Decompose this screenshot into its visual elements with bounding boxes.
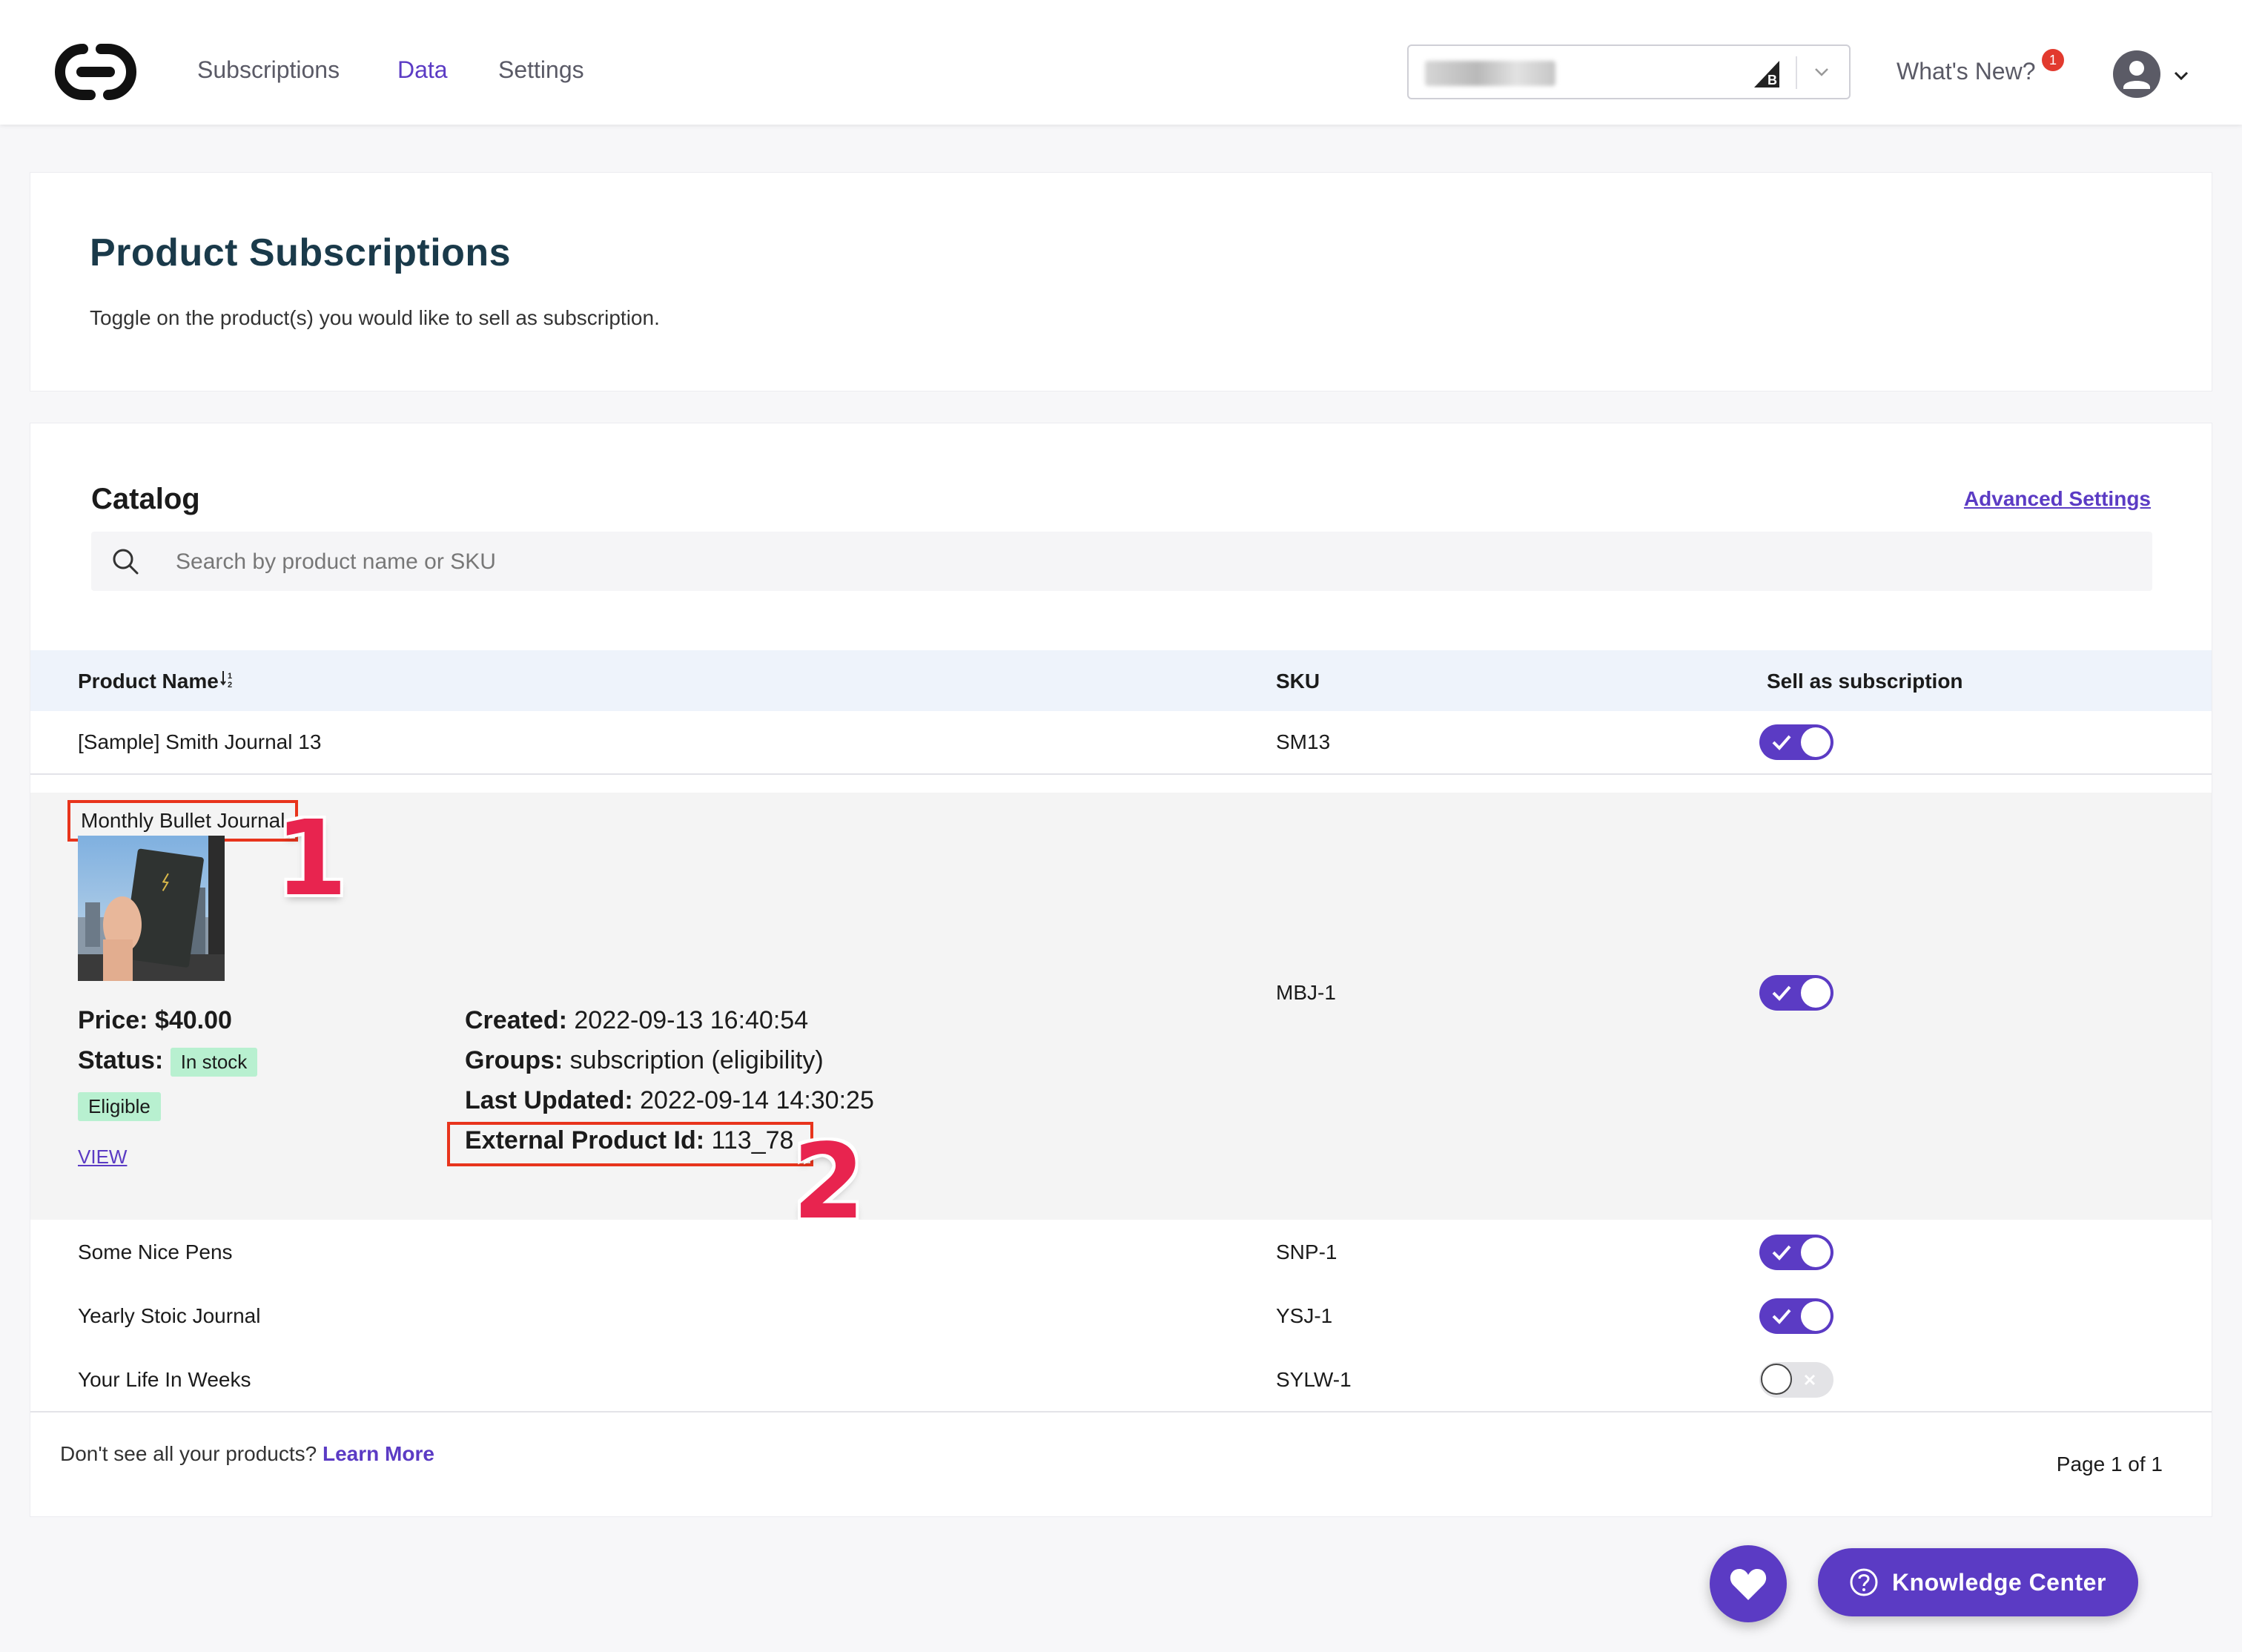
sort-icon[interactable]: 1 2 (220, 670, 237, 689)
product-sku: SYLW-1 (1276, 1368, 1352, 1391)
toggle-knob (1801, 727, 1831, 757)
chevron-down-icon[interactable] (1813, 64, 1830, 80)
created-label: Created: (465, 1006, 567, 1034)
product-status: Status: In stock (78, 1046, 258, 1077)
product-price: Price: $40.00 (78, 1006, 232, 1035)
knowledge-center-button[interactable]: Knowledge Center (1818, 1548, 2138, 1616)
user-icon (2123, 61, 2150, 89)
column-header-label: Product Name (78, 670, 219, 693)
svg-text:2: 2 (228, 681, 232, 689)
notification-badge: 1 (2042, 49, 2064, 71)
subscription-toggle[interactable] (1759, 1362, 1833, 1398)
x-icon (1804, 1374, 1816, 1386)
search-input[interactable] (174, 542, 2105, 582)
eligibility-badge-wrap: Eligible (78, 1092, 161, 1121)
select-divider (1796, 56, 1797, 89)
subscription-toggle[interactable] (1759, 1235, 1833, 1270)
groups-label: Groups: (465, 1046, 563, 1074)
heart-icon (1730, 1569, 1767, 1600)
table-row[interactable]: Some Nice Pens SNP-1 (30, 1220, 2212, 1285)
toggle-knob (1801, 1301, 1831, 1331)
svg-text:B: B (1768, 73, 1777, 87)
product-image (78, 836, 225, 981)
user-avatar[interactable] (2113, 50, 2160, 98)
check-icon (1772, 735, 1791, 750)
favorite-button[interactable] (1710, 1545, 1787, 1622)
status-badge: In stock (170, 1048, 258, 1077)
column-header-sku: SKU (1276, 670, 1320, 693)
groups-value: subscription (eligibility) (569, 1046, 824, 1074)
eligibility-badge: Eligible (78, 1092, 161, 1121)
nav-subscriptions[interactable]: Subscriptions (197, 56, 340, 84)
check-icon (1772, 1309, 1791, 1324)
check-icon (1772, 985, 1791, 1001)
advanced-settings-link[interactable]: Advanced Settings (1964, 487, 2151, 511)
table-row[interactable]: [Sample] Smith Journal 13 SM13 (30, 711, 2212, 775)
top-navigation-bar: Subscriptions Data Settings B What's New… (0, 0, 2242, 125)
nav-settings[interactable]: Settings (498, 56, 584, 84)
subscription-toggle[interactable] (1759, 975, 1833, 1011)
toggle-knob (1761, 1364, 1792, 1395)
toggle-knob (1801, 978, 1831, 1008)
groups-field: Groups: subscription (eligibility) (465, 1046, 824, 1075)
price-label: Price: (78, 1006, 148, 1034)
last-updated-value: 2022-09-14 14:30:25 (640, 1086, 874, 1114)
product-sku: MBJ-1 (1276, 981, 1336, 1004)
table-row[interactable]: Yearly Stoic Journal YSJ-1 (30, 1283, 2212, 1349)
product-name: Yearly Stoic Journal (78, 1304, 261, 1327)
product-name: Some Nice Pens (78, 1240, 233, 1263)
check-icon (1772, 1245, 1791, 1261)
column-header-product-name[interactable]: Product Name 1 2 (78, 670, 237, 693)
search-bar (91, 532, 2152, 591)
logo-icon[interactable] (46, 40, 145, 104)
pagination-label: Page 1 of 1 (2056, 1453, 2163, 1476)
page-subtitle: Toggle on the product(s) you would like … (90, 306, 660, 329)
svg-text:1: 1 (228, 672, 232, 681)
view-product-link[interactable]: VIEW (78, 1146, 127, 1169)
footer-note: Don't see all your products? Learn More (60, 1442, 434, 1466)
page-header-card: Product Subscriptions Toggle on the prod… (30, 172, 2212, 391)
toggle-knob (1801, 1238, 1831, 1267)
store-name-redacted (1425, 61, 1555, 86)
table-row-expanded[interactable]: Monthly Bullet Journal Price: $40.00 Sta… (30, 793, 2212, 1243)
product-sku: SM13 (1276, 730, 1331, 753)
last-updated-field: Last Updated: 2022-09-14 14:30:25 (465, 1086, 874, 1115)
table-row[interactable]: Your Life In Weeks SYLW-1 (30, 1347, 2212, 1413)
last-updated-label: Last Updated: (465, 1086, 633, 1114)
column-header-sell-as-subscription: Sell as subscription (1767, 670, 1963, 693)
subscription-toggle[interactable] (1759, 1298, 1833, 1334)
product-sku: YSJ-1 (1276, 1304, 1333, 1327)
bigcommerce-icon: B (1754, 61, 1779, 87)
whats-new-link[interactable]: What's New? (1897, 58, 2036, 85)
knowledge-center-label: Knowledge Center (1892, 1569, 2106, 1596)
product-sku: SNP-1 (1276, 1240, 1337, 1263)
catalog-title: Catalog (91, 483, 200, 515)
search-icon (113, 549, 139, 575)
created-field: Created: 2022-09-13 16:40:54 (465, 1006, 808, 1035)
product-name: [Sample] Smith Journal 13 (78, 730, 322, 753)
created-value: 2022-09-13 16:40:54 (574, 1006, 809, 1034)
learn-more-link[interactable]: Learn More (323, 1442, 434, 1465)
question-circle-icon (1850, 1568, 1878, 1596)
nav-data[interactable]: Data (397, 56, 448, 84)
status-label: Status: (78, 1046, 164, 1074)
footer-text: Don't see all your products? (60, 1442, 317, 1465)
subscription-toggle[interactable] (1759, 724, 1833, 760)
annotation-marker-1: 1 (275, 799, 348, 919)
product-name: Your Life In Weeks (78, 1368, 251, 1391)
store-selector[interactable]: B (1407, 44, 1851, 99)
table-header: Product Name 1 2 SKU Sell as subscriptio… (30, 650, 2212, 711)
chevron-down-icon[interactable] (2172, 67, 2190, 85)
product-thumbnail[interactable] (78, 836, 225, 981)
price-value: $40.00 (154, 1006, 232, 1034)
catalog-card: Catalog Advanced Settings Product Name 1… (30, 423, 2212, 1517)
page-title: Product Subscriptions (90, 231, 512, 274)
external-id-highlight (447, 1122, 813, 1166)
